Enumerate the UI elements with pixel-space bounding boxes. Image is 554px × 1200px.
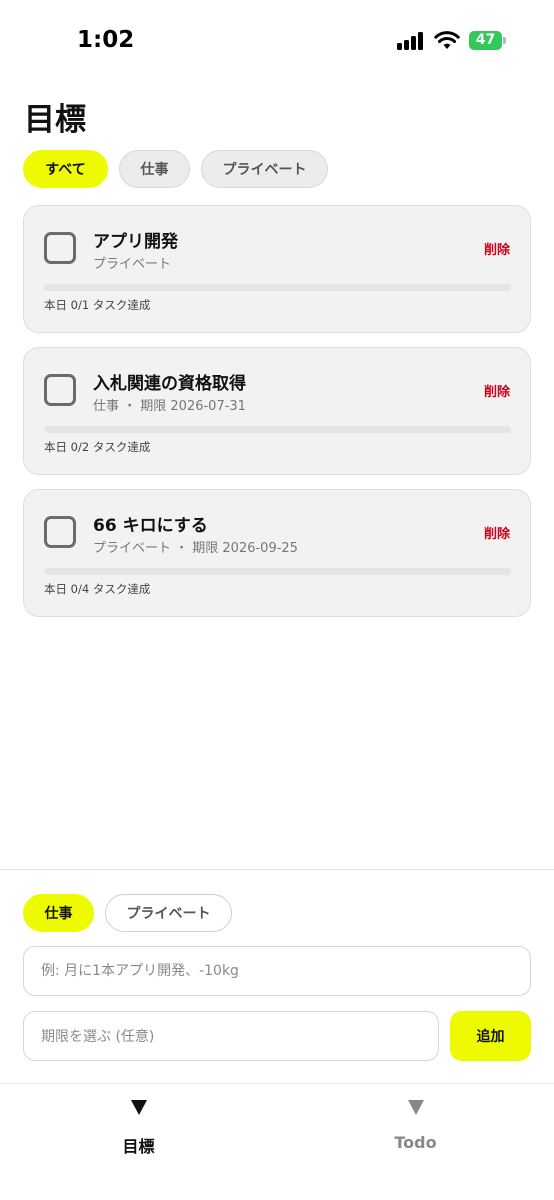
goal-meta: プライベート ・ 期限 2026-09-25 — [93, 541, 298, 556]
triangle-down-icon — [407, 1100, 424, 1115]
goal-stats: 本日 0/4 タスク達成 — [44, 582, 151, 596]
goal-title: 入札関連の資格取得 — [93, 374, 246, 394]
goal-name-input[interactable] — [23, 946, 531, 996]
category-chips: 仕事 プライベート — [23, 894, 232, 932]
cellular-signal-icon — [397, 32, 425, 50]
filter-chip-work[interactable]: 仕事 — [119, 150, 190, 188]
deadline-picker[interactable]: 期限を選ぶ (任意) — [23, 1011, 439, 1061]
add-goal-button[interactable]: 追加 — [450, 1011, 531, 1061]
delete-button[interactable]: 削除 — [484, 381, 510, 400]
page-title: 目標 — [24, 102, 86, 138]
battery-level: 47 — [475, 32, 496, 48]
filter-chip-all[interactable]: すべて — [23, 150, 108, 188]
goal-meta: プライベート — [93, 257, 172, 272]
goal-list: アプリ開発 プライベート 削除 本日 0/1 タスク達成 入札関連の資格取得 仕… — [23, 205, 531, 631]
goal-title: 66 キロにする — [93, 516, 208, 536]
goal-card[interactable]: 66 キロにする プライベート ・ 期限 2026-09-25 削除 本日 0/… — [23, 489, 531, 617]
goal-title: アプリ開発 — [93, 232, 178, 252]
delete-button[interactable]: 削除 — [484, 523, 510, 542]
delete-button[interactable]: 削除 — [484, 239, 510, 258]
tab-label: Todo — [394, 1133, 437, 1152]
category-chip-work[interactable]: 仕事 — [23, 894, 94, 932]
battery-icon: 47 — [469, 31, 506, 50]
status-time: 1:02 — [77, 27, 135, 53]
goal-meta: 仕事 ・ 期限 2026-07-31 — [93, 399, 246, 414]
new-goal-form: 仕事 プライベート 期限を選ぶ (任意) 追加 — [0, 869, 554, 1083]
tab-bar: 目標 Todo — [0, 1083, 554, 1200]
tab-goals[interactable]: 目標 — [0, 1084, 277, 1174]
goal-checkbox[interactable] — [44, 374, 76, 406]
goal-checkbox[interactable] — [44, 232, 76, 264]
goal-card[interactable]: 入札関連の資格取得 仕事 ・ 期限 2026-07-31 削除 本日 0/2 タ… — [23, 347, 531, 475]
status-bar: 1:02 47 — [0, 0, 554, 80]
goal-progress-bar — [44, 568, 511, 575]
tab-todo[interactable]: Todo — [277, 1084, 554, 1174]
tab-label: 目標 — [122, 1137, 155, 1156]
goal-checkbox[interactable] — [44, 516, 76, 548]
filter-chip-private[interactable]: プライベート — [201, 150, 328, 188]
goal-stats: 本日 0/1 タスク達成 — [44, 298, 151, 312]
goal-progress-bar — [44, 284, 511, 291]
goal-card[interactable]: アプリ開発 プライベート 削除 本日 0/1 タスク達成 — [23, 205, 531, 333]
wifi-icon — [434, 31, 460, 49]
category-chip-private[interactable]: プライベート — [105, 894, 232, 932]
filter-chips: すべて 仕事 プライベート — [23, 150, 328, 188]
goal-stats: 本日 0/2 タスク達成 — [44, 440, 151, 454]
goal-progress-bar — [44, 426, 511, 433]
triangle-down-icon — [130, 1100, 147, 1115]
